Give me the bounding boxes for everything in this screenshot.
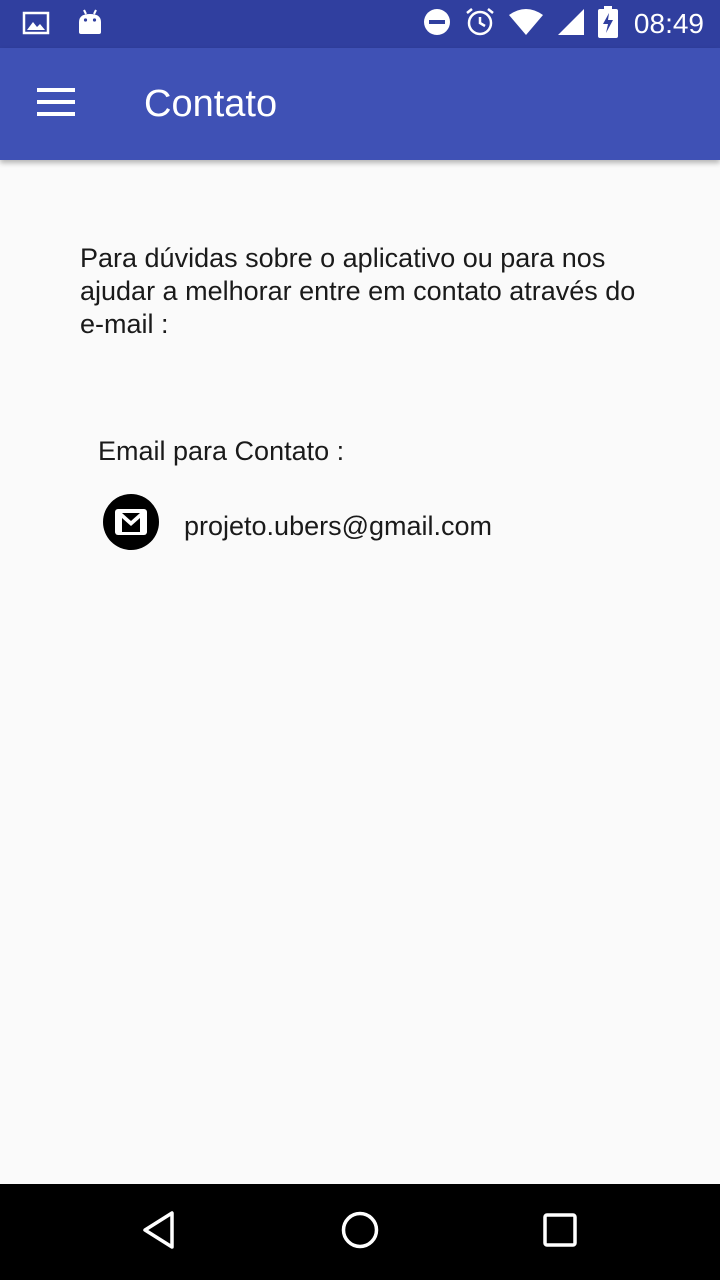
menu-button[interactable] <box>24 72 88 136</box>
home-icon <box>340 1210 380 1255</box>
app-bar: Contato <box>0 48 720 160</box>
email-address-link[interactable]: projeto.ubers@gmail.com <box>184 511 492 542</box>
gmail-icon[interactable] <box>102 493 160 551</box>
contact-label: Email para Contato : <box>98 436 345 466</box>
wifi-icon <box>508 7 544 42</box>
back-icon <box>140 1210 180 1255</box>
status-right-icons: 08:49 <box>422 0 704 48</box>
status-bar: 08:49 <box>0 0 720 48</box>
navigation-bar <box>0 1184 720 1280</box>
do-not-disturb-icon <box>422 7 452 42</box>
status-clock: 08:49 <box>633 8 704 39</box>
status-left-icons <box>22 8 104 43</box>
recents-icon <box>540 1210 580 1255</box>
image-icon <box>22 9 50 42</box>
android-icon <box>76 8 104 43</box>
page-title: Contato <box>144 83 278 125</box>
battery-charging-icon <box>597 5 618 43</box>
hamburger-menu-icon <box>37 87 75 121</box>
main-content: Para dúvidas sobre o aplicativo ou para … <box>0 160 720 1184</box>
email-contact-row[interactable]: projeto.ubers@gmail.com <box>102 492 492 552</box>
back-button[interactable] <box>128 1200 192 1264</box>
cell-signal-icon <box>556 7 586 42</box>
recents-button[interactable] <box>528 1200 592 1264</box>
intro-text: Para dúvidas sobre o aplicativo ou para … <box>80 243 636 339</box>
alarm-icon <box>464 6 496 43</box>
home-button[interactable] <box>328 1200 392 1264</box>
